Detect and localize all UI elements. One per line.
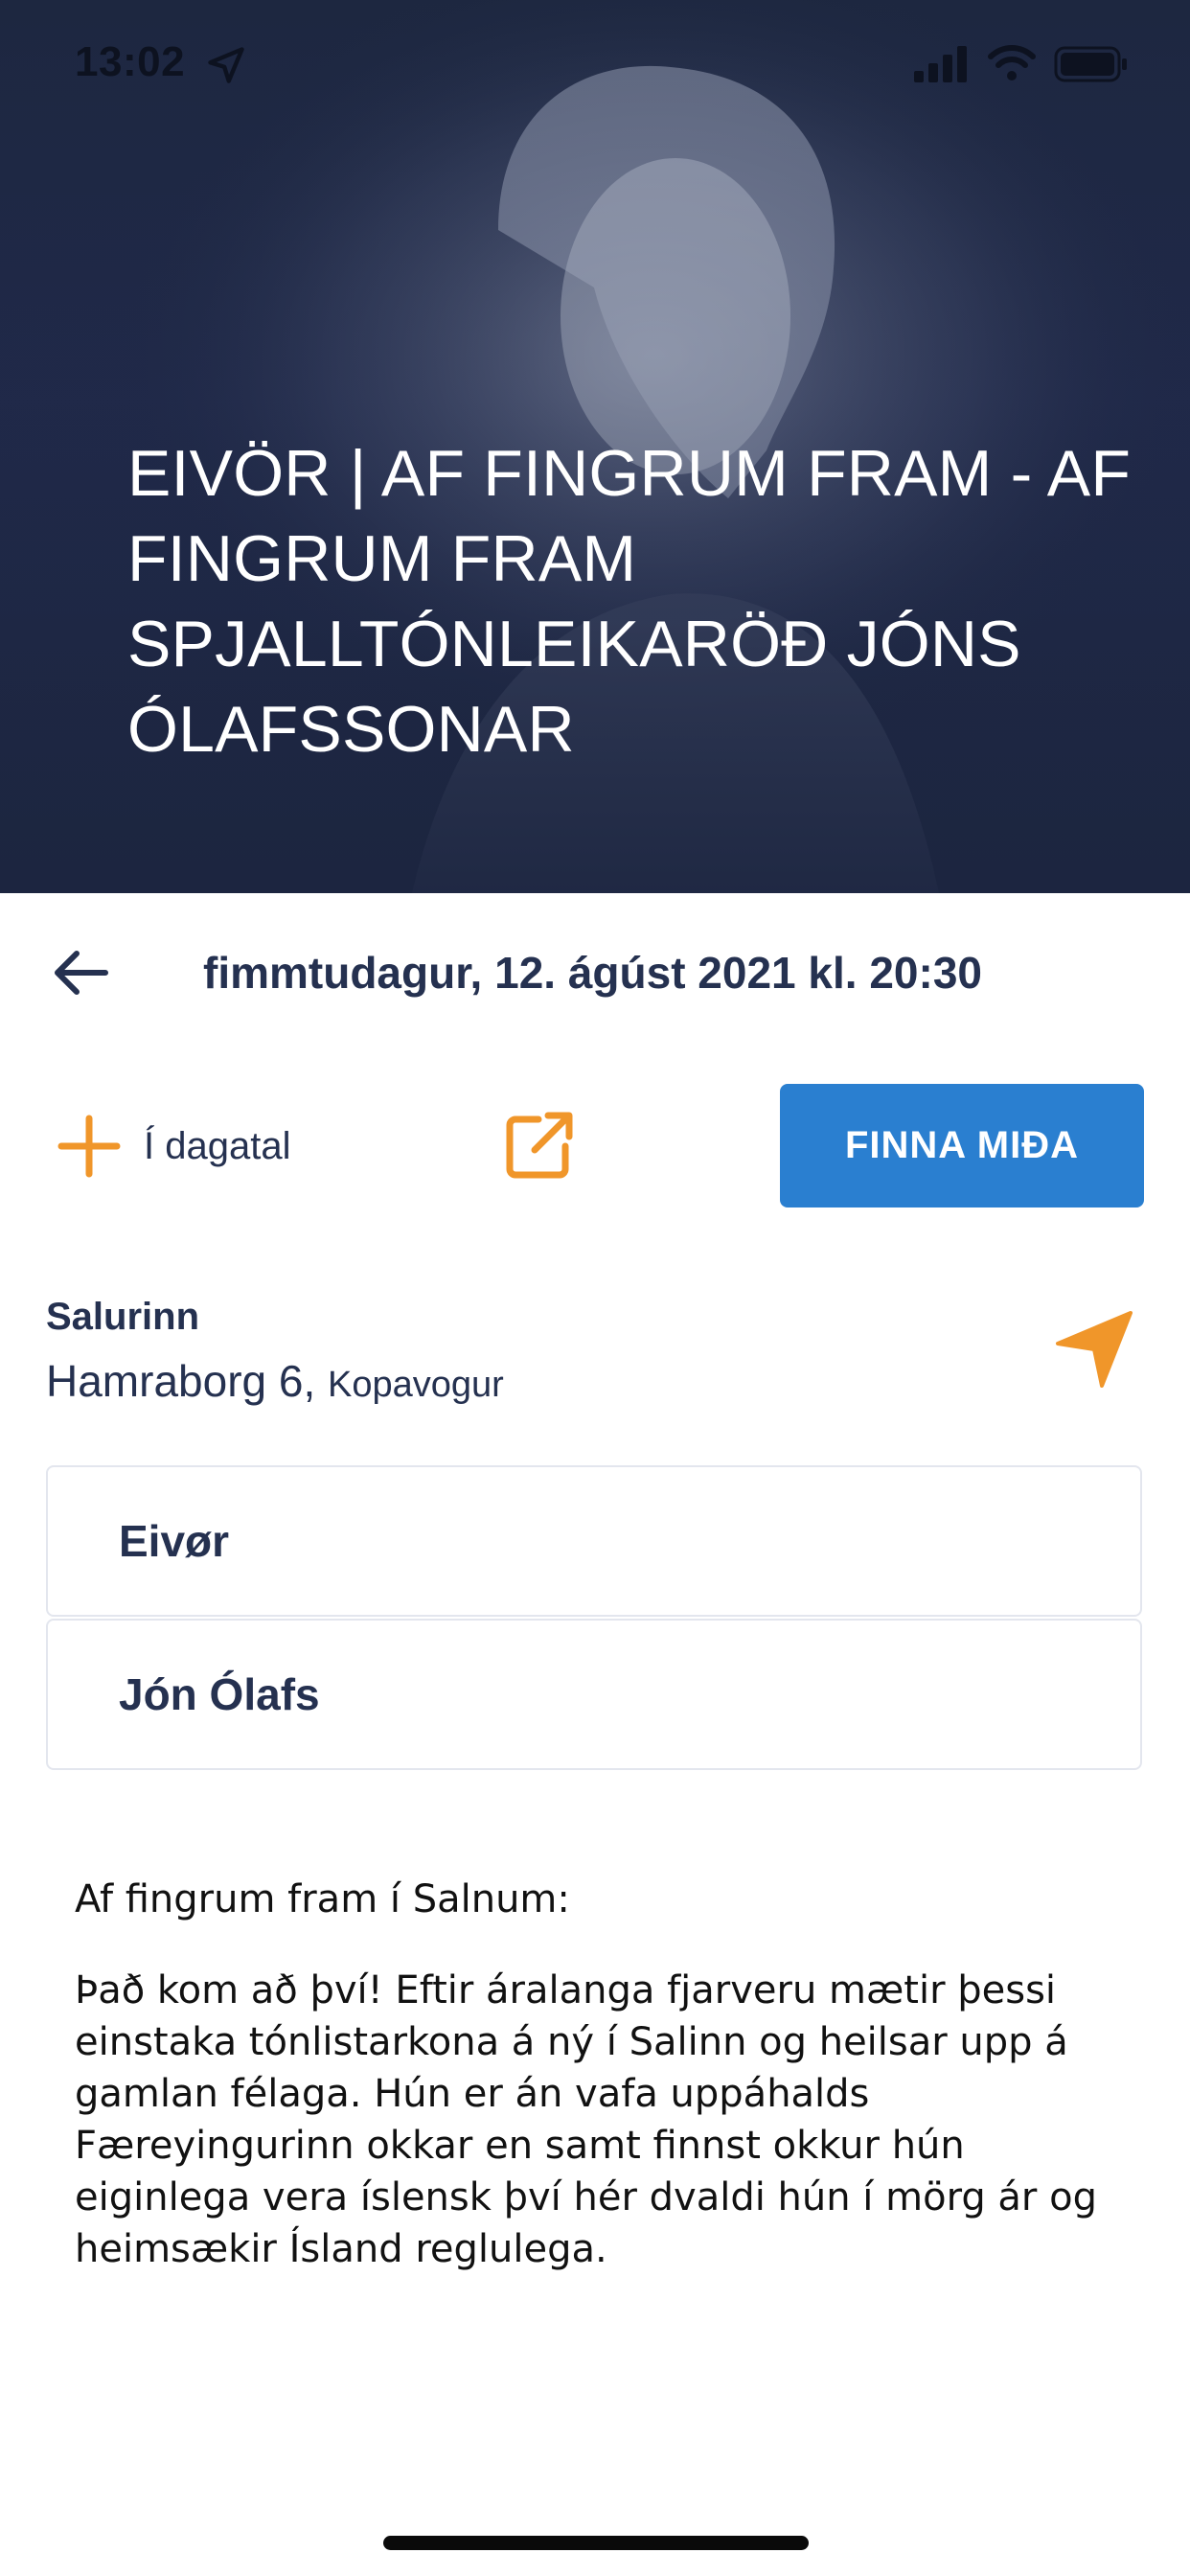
battery-icon — [1054, 46, 1127, 82]
add-to-calendar-label: Í dagatal — [144, 1124, 291, 1167]
location-services-icon — [208, 47, 244, 83]
find-tickets-button[interactable]: FINNA MIÐA — [780, 1084, 1144, 1208]
venue-address: Hamraborg 6, Kopavogur — [46, 1355, 504, 1407]
cellular-signal-icon — [914, 46, 967, 82]
event-date: fimmtudagur, 12. ágúst 2021 kl. 20:30 — [203, 948, 982, 998]
performer-name: Eivør — [119, 1516, 230, 1566]
plus-icon — [57, 1115, 121, 1178]
home-indicator — [383, 2536, 809, 2550]
venue-name: Salurinn — [46, 1296, 200, 1338]
description-body-text: Það kom að því! Eftir áralanga fjarveru … — [75, 1968, 1097, 2271]
venue-city: Kopavogur — [328, 1365, 504, 1405]
description-body: Það kom að því! Eftir áralanga fjarveru … — [75, 1965, 1138, 2275]
performer-row-eivor[interactable]: Eivør — [46, 1465, 1142, 1617]
event-title: EIVÖR | AF FINGRUM FRAM - AF FINGRUM FRA… — [127, 437, 1132, 766]
back-arrow-icon[interactable] — [50, 944, 111, 1001]
description-heading: Af fingrum fram í Salnum: — [75, 1874, 1138, 1925]
description-heading-text: Af fingrum fram í Salnum: — [75, 1877, 570, 1921]
wifi-icon — [988, 45, 1036, 80]
venue-street: Hamraborg 6, — [46, 1356, 316, 1406]
event-hero: 13:02 EIVÖR | AF FINGRUM FRAM - AF FINGR… — [0, 0, 1190, 893]
navigate-arrow-icon[interactable] — [1054, 1309, 1134, 1390]
status-bar: 13:02 — [0, 0, 1190, 129]
external-link-icon[interactable] — [500, 1108, 577, 1184]
add-to-calendar-button[interactable]: Í dagatal — [57, 1110, 290, 1183]
performer-name: Jón Ólafs — [119, 1669, 320, 1719]
performer-row-jon-olafs[interactable]: Jón Ólafs — [46, 1619, 1142, 1770]
status-time: 13:02 — [75, 38, 186, 85]
